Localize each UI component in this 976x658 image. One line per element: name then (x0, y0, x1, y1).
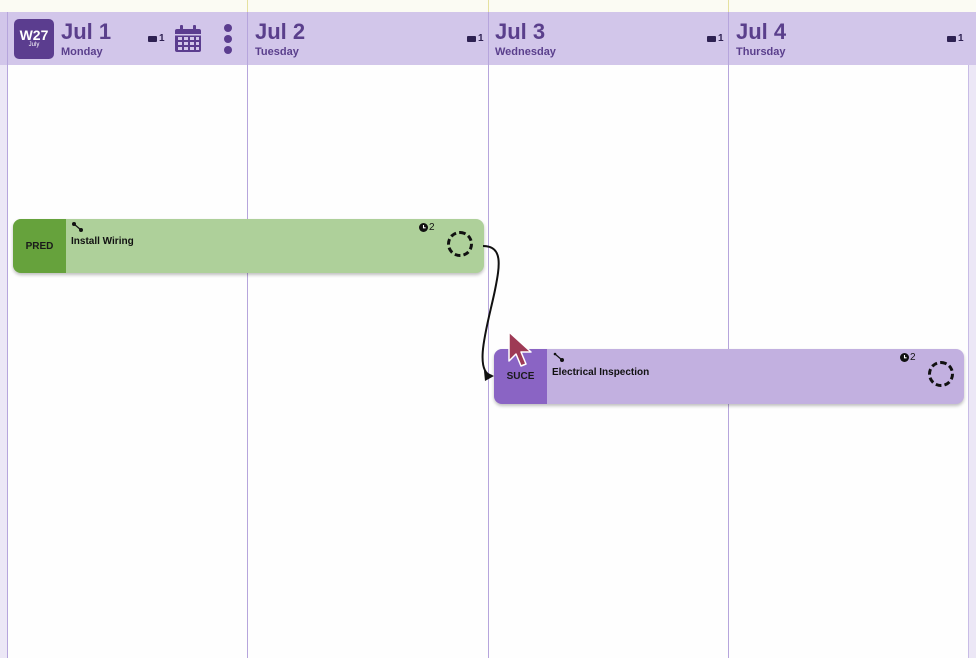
right-edge-strip (968, 65, 976, 658)
top-strip-tick (728, 0, 729, 12)
day-date-2[interactable]: Jul 2 (255, 19, 305, 45)
week-number: W27 (19, 27, 49, 43)
event-duration: 2 (900, 352, 916, 363)
day-weekday-3: Wednesday (495, 46, 556, 58)
camera-icon (707, 36, 716, 42)
camera-icon (947, 36, 956, 42)
day-weekday-2: Tuesday (255, 46, 299, 58)
event-title: Electrical Inspection (552, 367, 650, 378)
event-install-wiring[interactable]: PRED Install Wiring 2 (13, 219, 484, 273)
camera-icon (467, 36, 476, 42)
day-count-value-3: 1 (718, 33, 724, 44)
day-column-jul-1[interactable] (8, 12, 247, 658)
event-electrical-inspection[interactable]: SUCE Electrical Inspection 2 (494, 349, 964, 404)
top-strip-tick (247, 0, 248, 12)
drag-ring-icon[interactable] (447, 231, 473, 257)
event-duration-value: 2 (910, 352, 916, 363)
event-tag-pred: PRED (13, 219, 66, 273)
clock-icon (419, 223, 428, 232)
camera-icon (148, 36, 157, 42)
day-weekday-1: Monday (61, 46, 103, 58)
event-title: Install Wiring (71, 236, 134, 247)
event-duration-value: 2 (429, 222, 435, 233)
week-month: July (28, 42, 40, 48)
day-column-jul-2[interactable] (248, 12, 488, 658)
day-count-value-2: 1 (478, 33, 484, 44)
clock-icon (900, 353, 909, 362)
day-count-4: 1 (947, 33, 964, 45)
event-duration: 2 (419, 222, 435, 233)
cursor-icon (508, 331, 532, 367)
day-count-1: 1 (148, 33, 165, 45)
day-date-1[interactable]: Jul 1 (61, 19, 111, 45)
day-count-value-1: 1 (159, 33, 165, 44)
link-icon (72, 222, 83, 232)
day-date-4[interactable]: Jul 4 (736, 19, 786, 45)
link-icon (553, 352, 564, 362)
day-date-3[interactable]: Jul 3 (495, 19, 545, 45)
calendar-icon[interactable] (174, 25, 202, 53)
day-count-3: 1 (707, 33, 724, 45)
day-count-value-4: 1 (958, 33, 964, 44)
top-strip-tick (488, 0, 489, 12)
day-weekday-4: Thursday (736, 46, 786, 58)
week-badge[interactable]: W27 July (14, 19, 54, 59)
day-column-jul-4[interactable] (729, 12, 968, 658)
drag-ring-icon[interactable] (928, 361, 954, 387)
top-strip (0, 0, 976, 12)
more-vertical-icon[interactable] (222, 24, 234, 54)
day-count-2: 1 (467, 33, 484, 45)
